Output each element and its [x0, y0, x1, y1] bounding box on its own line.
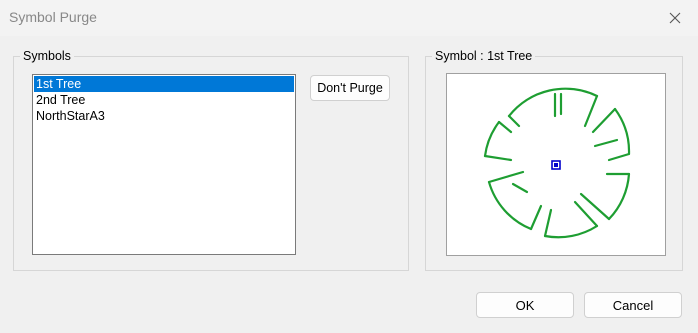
symbols-listbox[interactable]: 1st Tree 2nd Tree NorthStarA3 — [32, 74, 296, 255]
window-title: Symbol Purge — [9, 9, 97, 25]
symbols-group: Symbols 1st Tree 2nd Tree NorthStarA3 Do… — [13, 49, 409, 271]
dont-purge-button[interactable]: Don't Purge — [310, 75, 390, 101]
tree-symbol-icon — [483, 87, 631, 239]
preview-group: Symbol : 1st Tree — [425, 49, 683, 271]
list-item[interactable]: 2nd Tree — [34, 92, 294, 108]
list-item[interactable]: 1st Tree — [34, 76, 294, 92]
cancel-button[interactable]: Cancel — [584, 292, 682, 318]
close-icon — [669, 12, 681, 24]
ok-button[interactable]: OK — [476, 292, 574, 318]
symbol-preview — [446, 73, 666, 256]
symbols-group-label: Symbols — [20, 49, 74, 63]
preview-group-label: Symbol : 1st Tree — [432, 49, 536, 63]
close-button[interactable] — [652, 0, 698, 36]
title-bar: Symbol Purge — [0, 0, 698, 36]
list-item[interactable]: NorthStarA3 — [34, 108, 294, 124]
